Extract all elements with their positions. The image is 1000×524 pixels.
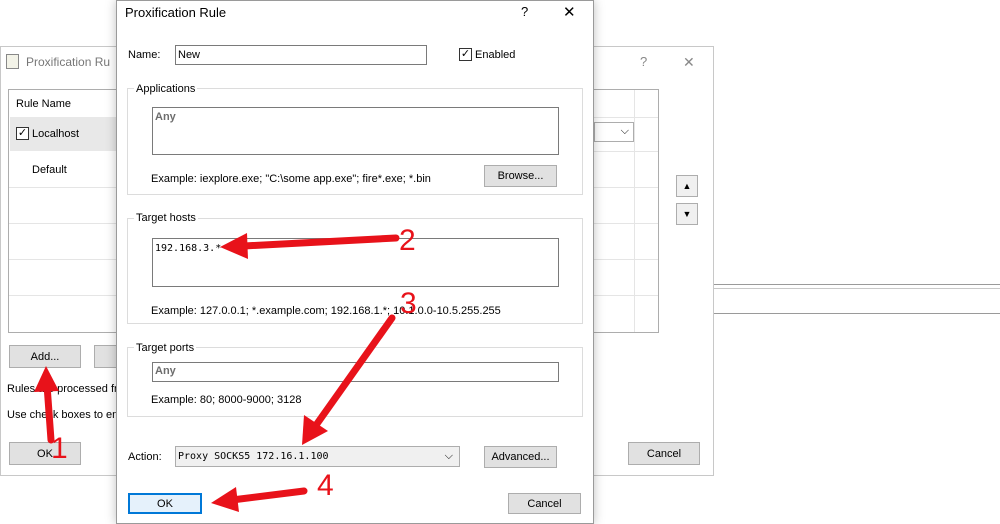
arrow-4-head-icon bbox=[211, 487, 239, 512]
arrow-3-icon bbox=[310, 314, 396, 432]
annotation-arrows bbox=[34, 233, 400, 512]
arrow-4-icon bbox=[228, 487, 308, 504]
annotation-number-2: 2 bbox=[399, 224, 416, 257]
annotation-number-3: 3 bbox=[400, 287, 417, 320]
annotation-number-1: 1 bbox=[51, 432, 68, 465]
arrow-1-head-icon bbox=[34, 366, 59, 392]
annotation-number-4: 4 bbox=[317, 469, 334, 502]
arrow-2-head-icon bbox=[220, 233, 248, 259]
arrow-2-icon bbox=[240, 234, 400, 250]
